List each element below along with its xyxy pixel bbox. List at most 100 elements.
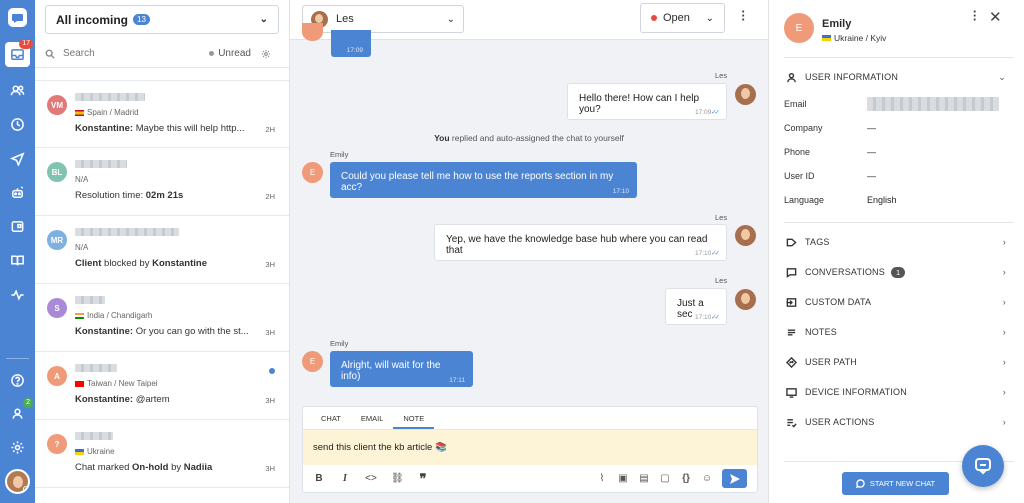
inbox-filter-dropdown[interactable]: All incoming 13 ⌄	[45, 5, 279, 34]
list-settings-gear-icon[interactable]	[261, 49, 271, 59]
search-input[interactable]	[63, 48, 210, 59]
contact-location-text: N/A	[75, 175, 89, 184]
start-new-chat-button[interactable]: START NEW CHAT	[842, 472, 949, 495]
section-notes[interactable]: NOTES ›	[784, 317, 1006, 347]
preview-text: by	[168, 462, 184, 473]
campaigns-nav-button[interactable]	[5, 146, 30, 171]
close-icon[interactable]: ✕	[989, 8, 1002, 26]
help-nav-button[interactable]	[5, 368, 30, 393]
online-status-dot	[23, 486, 28, 492]
user-field-company: Company —	[784, 116, 1014, 140]
live-chat-launcher-button[interactable]	[962, 445, 1004, 487]
conversation-list-panel: All incoming 13 ⌄ Unread VM Spain / Madri…	[35, 0, 290, 503]
section-user-path[interactable]: USER PATH ›	[784, 347, 1006, 377]
chevron-down-icon: ⌄	[259, 14, 268, 25]
conversation-list-item[interactable]: BL N/A Resolution time: 02m 21s 2H	[35, 148, 289, 216]
widget-nav-button[interactable]	[5, 214, 30, 239]
system-event-message: You replied and auto-assigned the chat t…	[290, 133, 768, 143]
agents-nav-button[interactable]: 2	[5, 398, 33, 426]
assigned-agent-dropdown[interactable]: Les ⌄	[302, 5, 464, 33]
app-logo-icon[interactable]	[6, 6, 29, 29]
variables-icon[interactable]: {}	[680, 473, 692, 484]
last-message-preview: Chat marked On-hold by Nadiia	[75, 462, 253, 473]
message-bubble-customer: Could you please tell me how to use the …	[330, 162, 637, 198]
settings-nav-button[interactable]	[5, 435, 30, 460]
clock-icon	[11, 118, 24, 131]
unread-label: Unread	[218, 48, 251, 59]
users-icon	[10, 85, 25, 96]
chat-status-dropdown[interactable]: Open ⌄	[640, 3, 725, 33]
history-nav-button[interactable]	[5, 112, 30, 137]
message-bubble-agent: Just a sec 17:10	[665, 288, 727, 325]
bots-nav-button[interactable]	[5, 180, 30, 205]
contact-location: N/A	[75, 243, 279, 252]
saved-replies-icon[interactable]: ▢	[659, 473, 671, 484]
section-label: NOTES	[805, 327, 838, 337]
section-label: DEVICE INFORMATION	[805, 387, 907, 397]
customer-avatar: E	[302, 162, 323, 183]
chevron-down-icon: ⌄	[705, 12, 714, 24]
conversation-list-item[interactable]: MR N/A Client blocked by Konstantine 3H	[35, 216, 289, 284]
send-button[interactable]	[722, 469, 747, 488]
start-new-chat-label: START NEW CHAT	[869, 479, 936, 488]
user-field-label: Email	[784, 99, 807, 109]
rail-divider	[6, 358, 29, 359]
user-information-title: USER INFORMATION	[805, 72, 899, 82]
preview-text: Maybe this will help http...	[133, 123, 245, 134]
user-field-label: User ID	[784, 171, 815, 181]
chat-more-options-icon[interactable]: · · ·	[740, 5, 746, 26]
section-device-information[interactable]: DEVICE INFORMATION ›	[784, 377, 1006, 407]
contacts-nav-button[interactable]	[5, 78, 30, 103]
section-tags[interactable]: TAGS ›	[784, 227, 1006, 257]
conversation-list-item[interactable]: S India / Chandigarh Konstantine: Or you c…	[35, 284, 289, 352]
message-sender: Emily	[330, 150, 349, 159]
panel-more-options-icon[interactable]: · · ·	[972, 5, 978, 26]
section-custom-data[interactable]: CUSTOM DATA ›	[784, 287, 1006, 317]
conversation-list-item[interactable]: VM Spain / Madrid Konstantine: Maybe this …	[35, 80, 289, 148]
attachment-icon[interactable]: ⌇	[596, 473, 608, 484]
message-bubble-customer: Alright, will wait for the info) 17:11	[330, 351, 473, 387]
preview-sender: Client	[75, 258, 102, 269]
section-conversations[interactable]: CONVERSATIONS 1 ›	[784, 257, 1006, 287]
conversation-list-item[interactable]: ? Ukraine Chat marked On-hold by Nadiia 3H	[35, 420, 289, 488]
user-information-section-header[interactable]: USER INFORMATION ⌄	[784, 62, 1006, 92]
tab-note[interactable]: NOTE	[393, 407, 435, 429]
image-icon[interactable]: ▣	[617, 473, 629, 484]
conversation-list-item[interactable]: A Taiwan / New Taipei Konstantine: @artem 3…	[35, 352, 289, 420]
agent-avatar	[735, 225, 756, 246]
contact-location: N/A	[75, 175, 279, 184]
user-avatar: E	[784, 13, 814, 43]
last-message-preview: Resolution time: 02m 21s	[75, 190, 253, 201]
message-composer: CHAT EMAIL NOTE send this client the kb …	[302, 406, 758, 493]
user-field-value: —	[867, 171, 876, 181]
user-field-user-id: User ID —	[784, 164, 1014, 188]
tab-email[interactable]: EMAIL	[351, 407, 394, 429]
message-bubble-agent: Yep, we have the knowledge base hub wher…	[434, 224, 727, 261]
italic-icon[interactable]: I	[339, 473, 351, 484]
my-avatar[interactable]	[5, 469, 30, 494]
knowledge-base-icon[interactable]: ▤	[638, 473, 650, 484]
analytics-nav-button[interactable]	[5, 282, 30, 307]
link-icon[interactable]: ⛓	[391, 473, 404, 484]
quote-icon[interactable]: ❞	[417, 471, 429, 487]
bot-icon	[12, 186, 24, 198]
inbox-nav-button[interactable]: 17	[5, 39, 33, 67]
bold-icon[interactable]: B	[313, 473, 325, 484]
message-sender: Les	[715, 71, 728, 80]
tab-chat[interactable]: CHAT	[311, 407, 351, 429]
note-input[interactable]: send this client the kb article 📚	[303, 430, 757, 465]
section-user-actions[interactable]: USER ACTIONS ›	[784, 407, 1006, 437]
inbox-filter-label: All incoming	[56, 12, 128, 27]
preview-bold: Konstantine	[152, 258, 207, 269]
last-message-preview: Konstantine: Or you can go with the st..…	[75, 326, 253, 337]
conversation-time: 3H	[265, 260, 275, 269]
contact-location-text: N/A	[75, 243, 89, 252]
chat-window: Les ⌄ Open ⌄ · · · 17:09 Les Hello there! …	[290, 0, 768, 503]
code-icon[interactable]: <>	[365, 473, 377, 484]
unread-filter-toggle[interactable]: Unread	[209, 48, 251, 59]
message-text: Hello there! How can I help you?	[579, 93, 700, 115]
user-field-language: Language English	[784, 188, 1014, 212]
emoji-icon[interactable]: ☺	[701, 473, 713, 484]
message-time: 17:09	[346, 47, 363, 54]
knowledge-base-nav-button[interactable]	[5, 248, 30, 273]
